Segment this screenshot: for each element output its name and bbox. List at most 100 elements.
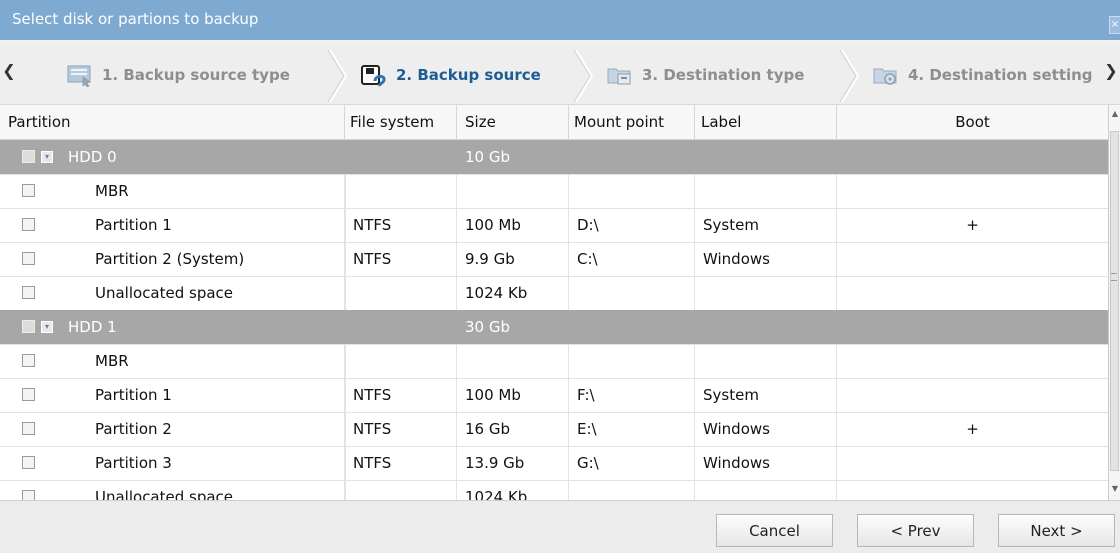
disk-group-row[interactable]: ▾ HDD 0 10 Gb — [0, 140, 1108, 175]
cell-boot — [837, 310, 1108, 344]
cell-mount: E:\ — [569, 412, 695, 446]
cell-fs — [345, 140, 457, 174]
cell-fs — [345, 276, 457, 310]
cell-label — [695, 276, 837, 310]
table-row[interactable]: Partition 2 (System) NTFS 9.9 Gb C:\ Windows — [0, 242, 1108, 277]
wizard-step-destination-setting[interactable]: 4. Destination setting — [872, 56, 1093, 94]
cell-size: 1024 Kb — [457, 276, 569, 310]
collapse-toggle-icon[interactable]: ▾ — [41, 321, 53, 333]
row-checkbox[interactable] — [22, 354, 35, 367]
step-separator — [327, 49, 348, 103]
cell-name: HDD 0 — [68, 148, 117, 166]
row-checkbox[interactable] — [22, 184, 35, 197]
table-row[interactable]: MBR — [0, 344, 1108, 379]
row-checkbox[interactable] — [22, 490, 35, 500]
column-header-partition[interactable]: Partition — [0, 105, 345, 139]
column-header-boot[interactable]: Boot — [837, 105, 1108, 139]
cell-label — [695, 480, 837, 500]
column-header-label[interactable]: Label — [695, 105, 837, 139]
cell-size: 30 Gb — [465, 318, 510, 336]
cell-fs — [345, 344, 457, 378]
column-divider — [345, 242, 346, 276]
column-header-file-system[interactable]: File system — [345, 105, 457, 139]
cell-label: System — [695, 378, 837, 412]
table-row[interactable]: MBR — [0, 174, 1108, 209]
cell-boot: + — [966, 216, 979, 234]
cell-label: Windows — [695, 242, 837, 276]
cell-fs: NTFS — [345, 242, 457, 276]
wizard-step-label: 1. Backup source type — [102, 66, 290, 84]
table-row[interactable]: Unallocated space 1024 Kb — [0, 480, 1108, 500]
cell-label: Windows — [695, 412, 837, 446]
cell-fs — [345, 480, 457, 500]
wizard-step-destination-type[interactable]: 3. Destination type — [606, 56, 804, 94]
table-row[interactable]: Partition 2 NTFS 16 Gb E:\ Windows + — [0, 412, 1108, 447]
vertical-scrollbar[interactable]: ▲ ▼ — [1108, 105, 1120, 500]
table-row[interactable]: Partition 1 NTFS 100 Mb F:\ System — [0, 378, 1108, 413]
document-icon — [66, 63, 94, 88]
cell-name: MBR — [95, 344, 345, 378]
disk-help-icon — [360, 63, 388, 87]
next-button[interactable]: Next > — [998, 514, 1115, 547]
row-checkbox[interactable] — [22, 388, 35, 401]
disk-group-row[interactable]: ▾ HDD 1 30 Gb — [0, 310, 1108, 345]
folder-icon — [606, 63, 634, 87]
row-checkbox[interactable] — [22, 252, 35, 265]
cell-boot — [837, 344, 1108, 378]
cell-size: 100 Mb — [457, 208, 569, 242]
chevron-right-icon[interactable]: ❯ — [1104, 56, 1118, 86]
cell-label: System — [695, 208, 837, 242]
table-row[interactable]: Unallocated space 1024 Kb — [0, 276, 1108, 311]
row-checkbox[interactable] — [22, 422, 35, 435]
row-checkbox[interactable] — [22, 286, 35, 299]
row-checkbox[interactable] — [22, 456, 35, 469]
cell-label — [695, 310, 837, 344]
column-header-size[interactable]: Size — [457, 105, 569, 139]
wizard-step-backup-source[interactable]: 2. Backup source — [360, 56, 541, 94]
row-checkbox[interactable] — [22, 320, 35, 333]
cell-size: 1024 Kb — [457, 480, 569, 500]
table-row[interactable]: Partition 3 NTFS 13.9 Gb G:\ Windows — [0, 446, 1108, 481]
title-bar: Select disk or partions to backup × — [0, 0, 1120, 40]
cell-fs: NTFS — [345, 208, 457, 242]
cell-name: Unallocated space — [95, 276, 345, 310]
column-divider — [345, 446, 346, 480]
cell-mount — [569, 140, 695, 174]
cell-name: Partition 2 (System) — [95, 242, 345, 276]
step-separator — [839, 49, 860, 103]
scroll-thumb[interactable] — [1110, 131, 1119, 471]
column-header-mount-point[interactable]: Mount point — [569, 105, 695, 139]
folder-settings-icon — [872, 63, 900, 87]
cell-size: 13.9 Gb — [457, 446, 569, 480]
row-checkbox[interactable] — [22, 150, 35, 163]
cell-mount: C:\ — [569, 242, 695, 276]
backup-dialog: Select disk or partions to backup × ❮ 1.… — [0, 0, 1120, 553]
cell-mount: D:\ — [569, 208, 695, 242]
column-divider — [345, 378, 346, 412]
close-icon[interactable]: × — [1109, 16, 1120, 34]
cancel-button[interactable]: Cancel — [716, 514, 833, 547]
row-checkbox[interactable] — [22, 218, 35, 231]
cell-label — [695, 140, 837, 174]
cell-label — [695, 174, 837, 208]
collapse-toggle-icon[interactable]: ▾ — [41, 151, 53, 163]
table-row[interactable]: Partition 1 NTFS 100 Mb D:\ System + — [0, 208, 1108, 243]
chevron-left-icon[interactable]: ❮ — [2, 56, 16, 86]
chevron-down-icon[interactable]: ▼ — [1111, 484, 1119, 494]
wizard-step-backup-source-type[interactable]: 1. Backup source type — [66, 56, 290, 94]
cell-boot — [837, 242, 1108, 276]
cell-name: Unallocated space — [95, 480, 345, 500]
cell-boot — [837, 276, 1108, 310]
cell-name: Partition 2 — [95, 412, 345, 446]
prev-button[interactable]: < Prev — [857, 514, 974, 547]
wizard-step-label: 2. Backup source — [396, 66, 541, 84]
cell-fs: NTFS — [345, 378, 457, 412]
cell-mount — [569, 276, 695, 310]
cell-name: Partition 3 — [95, 446, 345, 480]
cell-boot — [837, 446, 1108, 480]
cell-size: 100 Mb — [457, 378, 569, 412]
column-divider — [345, 480, 346, 500]
column-divider — [345, 174, 346, 208]
chevron-up-icon[interactable]: ▲ — [1111, 109, 1119, 119]
partition-table: Partition File system Size Mount point L… — [0, 105, 1108, 500]
